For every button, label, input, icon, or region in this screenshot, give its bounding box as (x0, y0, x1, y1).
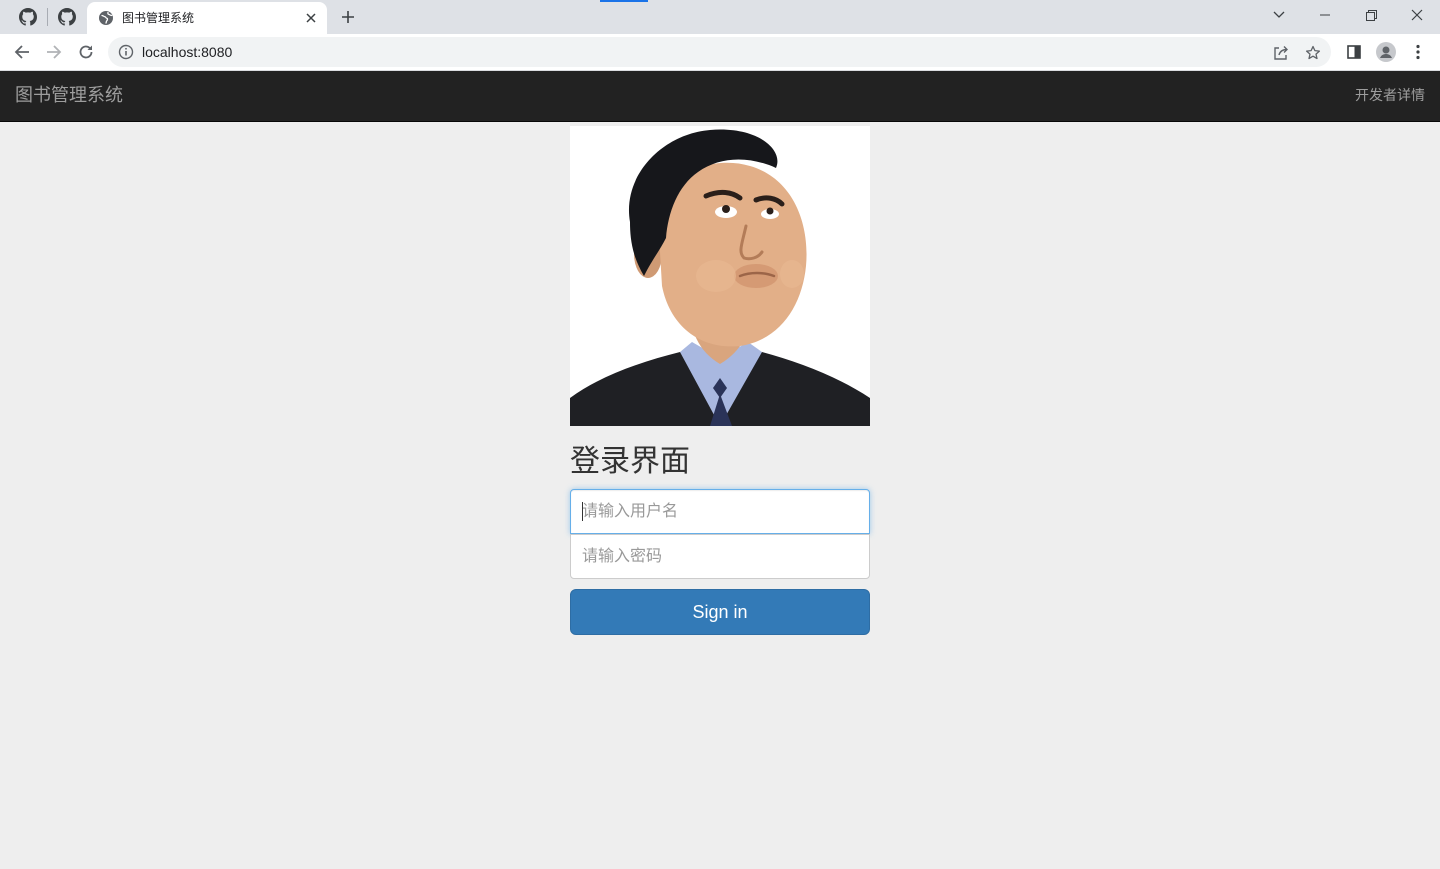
arrow-right-icon (47, 45, 62, 59)
globe-icon (99, 11, 113, 25)
password-input[interactable]: 请输入密码 (570, 534, 870, 579)
sign-in-button[interactable]: Sign in (570, 589, 870, 635)
close-icon (306, 13, 316, 23)
login-title: 登录界面 (570, 444, 690, 479)
login-photo (570, 126, 870, 426)
menu-button[interactable] (1404, 38, 1432, 66)
portrait-image (570, 126, 870, 426)
tab-title: 图书管理系统 (122, 11, 195, 25)
chevron-down-icon (1273, 11, 1285, 18)
side-panel-button[interactable] (1340, 38, 1368, 66)
plus-icon (342, 11, 354, 23)
share-button[interactable] (1270, 42, 1292, 64)
close-window-button[interactable] (1394, 0, 1440, 30)
browser-toolbar: localhost:8080 (0, 34, 1440, 71)
pinned-tab-github-2[interactable] (49, 4, 85, 30)
reload-button[interactable] (72, 38, 100, 66)
pinned-tab-github[interactable] (10, 4, 46, 30)
forward-button[interactable] (40, 38, 68, 66)
username-input[interactable]: 请输入用户名 (570, 489, 870, 534)
close-icon (1411, 9, 1423, 21)
back-button[interactable] (8, 38, 36, 66)
kebab-menu-icon (1416, 44, 1420, 60)
minimize-icon (1320, 14, 1330, 16)
share-icon (1274, 46, 1288, 60)
side-panel-icon (1347, 45, 1361, 59)
arrow-left-icon (14, 45, 29, 59)
github-icon (19, 8, 37, 26)
minimize-button[interactable] (1302, 0, 1348, 30)
reload-icon (79, 45, 93, 59)
active-tab[interactable]: 图书管理系统 (87, 2, 327, 34)
bookmark-button[interactable] (1302, 42, 1324, 64)
github-icon (58, 8, 76, 26)
password-placeholder: 请输入密码 (582, 546, 663, 565)
username-placeholder: 请输入用户名 (582, 501, 679, 520)
tab-loading-indicator (600, 0, 648, 2)
info-icon[interactable] (118, 44, 134, 60)
restore-button[interactable] (1348, 0, 1394, 30)
tab-close-button[interactable] (301, 8, 321, 28)
star-icon (1305, 45, 1321, 60)
browser-tab-strip: 图书管理系统 (0, 0, 1440, 34)
navbar: 图书管理系统 开发者详情 (0, 71, 1440, 122)
profile-button[interactable] (1372, 38, 1400, 66)
restore-icon (1365, 9, 1377, 21)
new-tab-button[interactable] (336, 5, 360, 29)
tab-search-button[interactable] (1256, 0, 1302, 30)
navbar-brand[interactable]: 图书管理系统 (15, 85, 123, 107)
avatar-icon (1376, 42, 1396, 62)
developer-details-link[interactable]: 开发者详情 (1355, 87, 1425, 105)
url-text[interactable]: localhost:8080 (142, 44, 232, 60)
tab-divider (47, 8, 48, 26)
text-cursor (582, 502, 583, 521)
address-bar[interactable]: localhost:8080 (108, 37, 1331, 67)
